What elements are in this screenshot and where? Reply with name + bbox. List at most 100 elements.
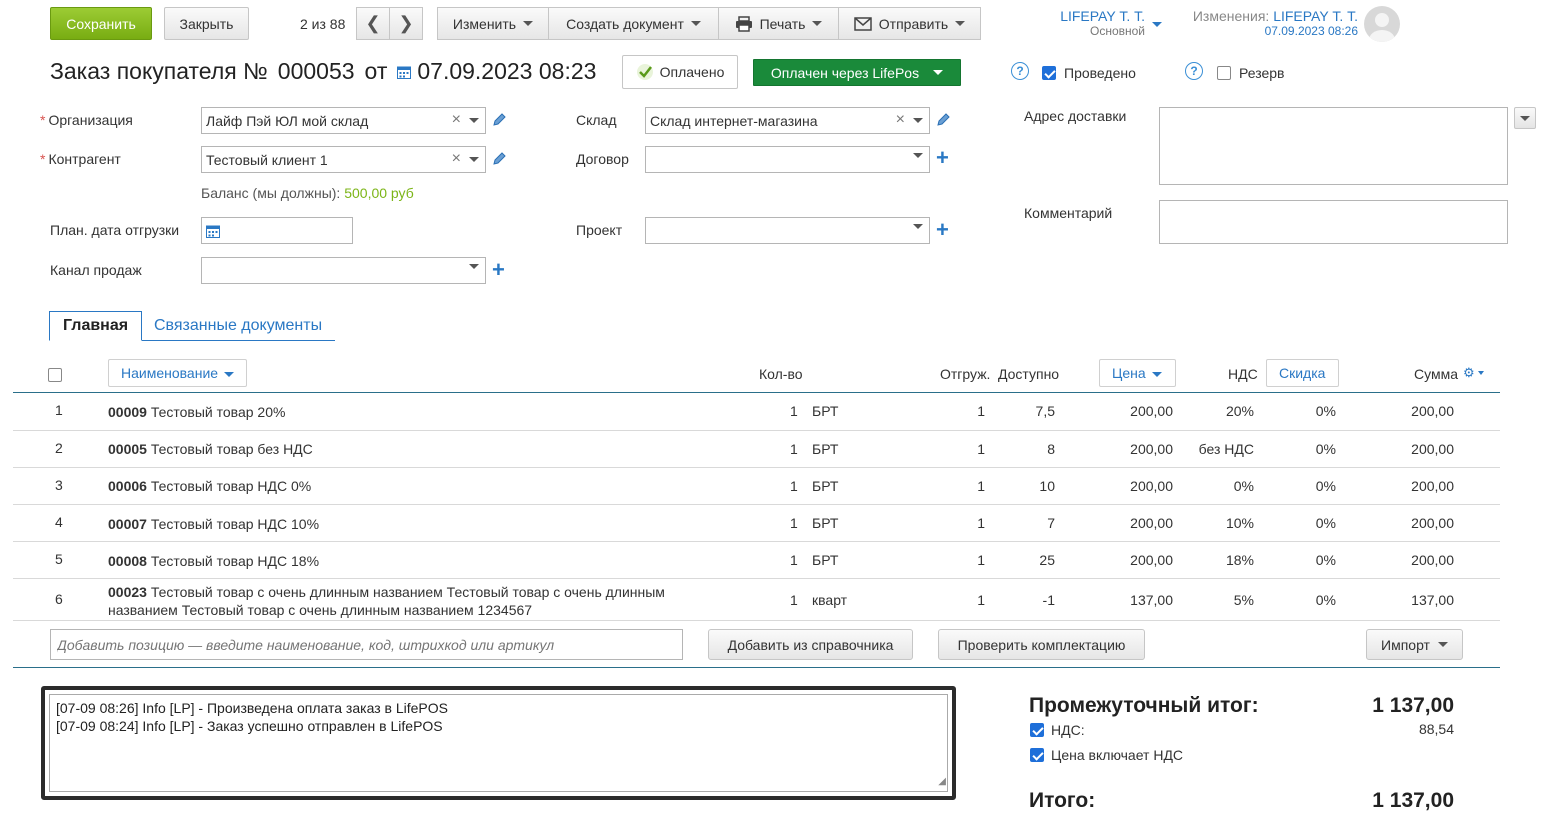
previous-button[interactable]: ❮ — [356, 7, 390, 40]
add-position-input[interactable] — [50, 629, 683, 660]
add-contract-icon[interactable]: + — [936, 147, 949, 169]
delivery-address-textarea[interactable] — [1159, 107, 1508, 185]
order-date[interactable]: 07.09.2023 08:23 — [417, 58, 596, 85]
discount-cell[interactable]: 0% — [1273, 515, 1336, 531]
sort-by-price-button[interactable]: Цена — [1099, 359, 1176, 387]
discount-cell[interactable]: 0% — [1273, 403, 1336, 419]
sales-channel-select[interactable] — [201, 257, 486, 284]
product-name[interactable]: 00009 Тестовый товар 20% — [108, 404, 285, 420]
resize-handle-icon[interactable]: ◢ — [938, 773, 946, 791]
table-row[interactable]: 3 00006 Тестовый товар НДС 0% 1 БРТ 1 10… — [13, 467, 1500, 505]
vat-cell[interactable]: 18% — [1183, 552, 1254, 568]
price-cell[interactable]: 200,00 — [1103, 478, 1173, 494]
product-name[interactable]: 00006 Тестовый товар НДС 0% — [108, 478, 311, 494]
discount-cell[interactable]: 0% — [1273, 478, 1336, 494]
tab-main[interactable]: Главная — [49, 311, 143, 341]
qty-cell[interactable]: 1 — [790, 478, 798, 494]
comment-textarea[interactable] — [1159, 200, 1508, 244]
print-button[interactable]: Печать — [718, 7, 839, 40]
chevron-down-icon[interactable] — [913, 153, 923, 158]
chevron-down-icon[interactable] — [913, 117, 923, 123]
warehouse-select[interactable]: Склад интернет-магазина × — [645, 107, 930, 134]
send-button[interactable]: Отправить — [838, 7, 981, 40]
avatar[interactable] — [1364, 6, 1400, 42]
add-project-icon[interactable]: + — [936, 219, 949, 241]
chevron-down-icon[interactable] — [469, 156, 479, 162]
vat-cell[interactable]: 10% — [1183, 515, 1254, 531]
product-name[interactable]: 00023 Тестовый товар с очень длинным наз… — [108, 583, 665, 619]
send-label: Отправить — [878, 15, 949, 32]
select-all-checkbox[interactable] — [48, 368, 62, 382]
table-row[interactable]: 6 00023 Тестовый товар с очень длинным н… — [13, 578, 1500, 621]
calendar-icon[interactable] — [206, 224, 220, 238]
save-button[interactable]: Сохранить — [50, 7, 152, 40]
counterparty-select[interactable]: Тестовый клиент 1 × — [201, 146, 486, 173]
qty-cell[interactable]: 1 — [790, 403, 798, 419]
clear-icon[interactable]: × — [452, 151, 461, 167]
organization-select[interactable]: Лайф Пэй ЮЛ мой склад × — [201, 107, 486, 134]
changes-user-link[interactable]: LIFEPAY Т. Т. — [1273, 8, 1358, 24]
discount-cell[interactable]: 0% — [1273, 552, 1336, 568]
ship-date-input[interactable] — [201, 217, 353, 244]
close-button[interactable]: Закрыть — [164, 7, 249, 40]
price-cell[interactable]: 200,00 — [1103, 552, 1173, 568]
discount-cell[interactable]: 0% — [1273, 592, 1336, 608]
available-cell: 7,5 — [1035, 403, 1055, 419]
vat-cell[interactable]: без НДС — [1183, 441, 1254, 457]
table-row[interactable]: 5 00008 Тестовый товар НДС 18% 1 БРТ 1 2… — [13, 541, 1500, 579]
chevron-down-icon — [1151, 372, 1162, 377]
product-name[interactable]: 00008 Тестовый товар НДС 18% — [108, 553, 319, 569]
table-row[interactable]: 4 00007 Тестовый товар НДС 10% 1 БРТ 1 7… — [13, 504, 1500, 542]
clear-icon[interactable]: × — [452, 112, 461, 128]
table-row[interactable]: 2 00005 Тестовый товар без НДС 1 БРТ 1 8… — [13, 430, 1500, 468]
vat-checkbox[interactable] — [1030, 723, 1044, 737]
price-includes-vat-checkbox[interactable] — [1030, 748, 1044, 762]
contract-select[interactable] — [645, 146, 930, 173]
calendar-icon[interactable] — [397, 65, 412, 79]
check-kit-button[interactable]: Проверить комплектацию — [938, 629, 1145, 660]
lifepos-payment-button[interactable]: Оплачен через LifePos — [753, 59, 961, 86]
price-cell[interactable]: 200,00 — [1103, 441, 1173, 457]
product-name[interactable]: 00005 Тестовый товар без НДС — [108, 441, 313, 457]
address-dropdown-button[interactable] — [1514, 107, 1536, 129]
next-button[interactable]: ❯ — [389, 7, 423, 40]
reserve-help-icon[interactable]: ? — [1185, 62, 1203, 80]
vat-cell[interactable]: 20% — [1183, 403, 1254, 419]
price-cell[interactable]: 137,00 — [1103, 592, 1173, 608]
create-document-button[interactable]: Создать документ — [548, 7, 719, 40]
price-cell[interactable]: 200,00 — [1103, 403, 1173, 419]
posted-checkbox[interactable] — [1042, 66, 1056, 80]
chevron-down-icon[interactable] — [913, 224, 923, 229]
chevron-down-icon[interactable] — [469, 264, 479, 269]
product-name[interactable]: 00007 Тестовый товар НДС 10% — [108, 516, 319, 532]
paid-status-button[interactable]: Оплачено — [622, 55, 738, 89]
clear-icon[interactable]: × — [896, 112, 905, 128]
reserve-checkbox[interactable] — [1217, 66, 1231, 80]
user-menu[interactable]: LIFEPAY Т. Т. Основной — [1040, 8, 1165, 38]
edit-pencil-icon[interactable] — [491, 151, 507, 167]
import-button[interactable]: Импорт — [1366, 629, 1463, 660]
edit-pencil-icon[interactable] — [935, 112, 951, 128]
chevron-down-icon[interactable] — [469, 117, 479, 123]
sort-by-name-button[interactable]: Наименование — [108, 359, 247, 387]
edit-menu-button[interactable]: Изменить — [437, 7, 549, 40]
discount-header-button[interactable]: Скидка — [1266, 359, 1339, 387]
add-sales-channel-icon[interactable]: + — [492, 259, 505, 281]
qty-cell[interactable]: 1 — [790, 552, 798, 568]
price-cell[interactable]: 200,00 — [1103, 515, 1173, 531]
qty-cell[interactable]: 1 — [790, 592, 798, 608]
edit-pencil-icon[interactable] — [491, 112, 507, 128]
project-select[interactable] — [645, 217, 930, 244]
order-number[interactable]: 000053 — [278, 58, 355, 85]
posted-help-icon[interactable]: ? — [1011, 62, 1029, 80]
column-settings-button[interactable]: ⚙ — [1463, 365, 1484, 381]
add-from-catalog-button[interactable]: Добавить из справочника — [708, 629, 913, 660]
vat-cell[interactable]: 5% — [1183, 592, 1254, 608]
qty-cell[interactable]: 1 — [790, 515, 798, 531]
qty-cell[interactable]: 1 — [790, 441, 798, 457]
discount-cell[interactable]: 0% — [1273, 441, 1336, 457]
table-row[interactable]: 1 00009 Тестовый товар 20% 1 БРТ 1 7,5 2… — [13, 393, 1500, 431]
tab-related-documents[interactable]: Связанные документы — [141, 311, 335, 341]
log-textarea[interactable]: [07-09 08:26] Info [LP] - Произведена оп… — [49, 694, 948, 792]
vat-cell[interactable]: 0% — [1183, 478, 1254, 494]
